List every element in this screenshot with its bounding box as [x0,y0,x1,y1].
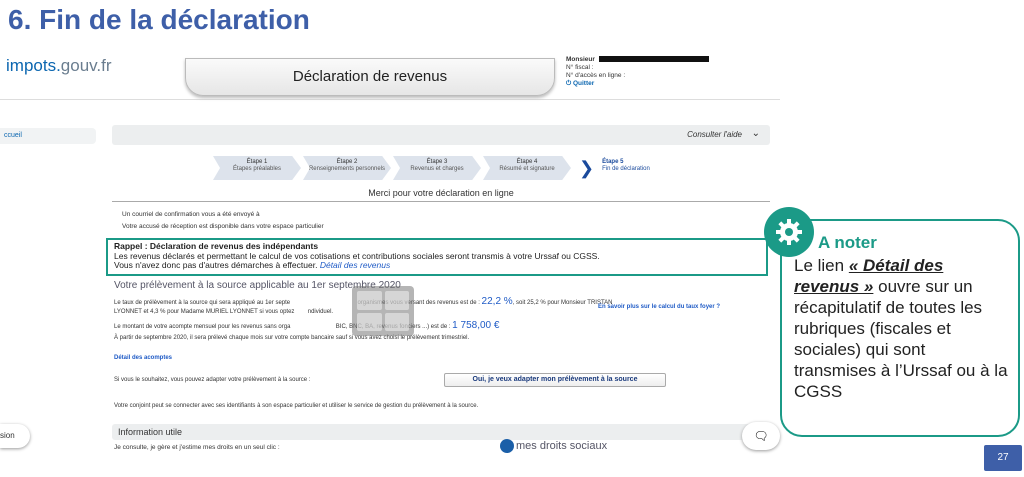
logo-main: impots. [6,56,61,75]
acompte-line: Le montant de votre acompte mensuel pour… [114,320,500,331]
step-3: Étape 3 Revenus et charges [393,156,481,180]
mds-logo-icon [500,439,514,453]
acompte-value: 1 758,00 € [452,320,500,331]
info-line: Je consulte, je gère et j'estime mes dro… [114,444,280,451]
step-sub: Étapes préalables [232,166,282,172]
step-sub: Renseignements personnels [308,166,386,172]
mes-droits-sociaux-logo[interactable]: mes droits sociaux [500,439,607,453]
detail-acomptes-link[interactable]: Détail des acomptes [114,354,172,362]
screenshot: impots.gouv.fr Déclaration de revenus Mo… [0,52,780,477]
step-title: Étape 2 [336,159,358,165]
access-label: N° d'accès en ligne : [566,72,626,79]
help-label: Consulter l'aide [687,130,742,139]
adapt-prelevement-button[interactable]: Oui, je veux adapter mon prélèvement à l… [444,373,666,387]
adapt-prompt: Si vous le souhaitez, vous pouvez adapte… [114,377,311,383]
step-title: Étape 5 [602,159,624,165]
acompte-line-2: À partir de septembre 2020, il sera prél… [114,335,470,341]
confirmation-email-text: Un courriel de confirmation vous a été e… [122,211,260,218]
step-4: Étape 4 Résumé et signature [483,156,571,180]
note-body: Le lien « Détail des revenus » ouvre sur… [794,255,1008,402]
step-sub: Revenus et charges [410,166,464,172]
note-intro: Le lien [794,256,849,275]
media-controls-overlay-icon[interactable] [352,286,414,336]
left-nav-item[interactable]: ccueil [0,128,96,144]
taux-line-2: LYONNET et 4,3 % pour Madame MURIEL LYON… [114,308,333,316]
taux-value: 22,2 % [481,296,513,307]
taux-line2-end: ndividuel. [307,309,334,315]
acompte-text: Le montant de votre acompte mensuel pour… [114,324,291,330]
header-title: Déclaration de revenus [292,68,448,85]
fiscal-label: N° fiscal : [566,64,594,71]
quit-label: Quitter [572,80,595,87]
rappel-box: Rappel : Déclaration de revenus des indé… [106,238,768,276]
step-title: Étape 1 [246,159,268,165]
overlay-cell [357,312,382,331]
step-1: Étape 1 Étapes préalables [213,156,301,180]
note-title: A noter [818,233,877,252]
overlay-cell [384,291,409,310]
user-info: Monsieur N° fiscal : N° d'accès en ligne… [566,56,774,94]
logo-gouv: gouv.fr [60,56,112,75]
slide: 6. Fin de la déclaration impots.gouv.fr … [0,0,1024,477]
rappel-body-2: Vous n'avez donc pas d'autres démarches … [114,260,318,270]
step-title: Étape 4 [516,159,538,165]
step-title: Étape 3 [426,159,448,165]
taux-line2-text: LYONNET et 4,3 % pour Madame MURIEL LYON… [114,309,295,315]
step-2: Étape 2 Renseignements personnels [303,156,391,180]
chevron-down-icon[interactable]: ⌄ [752,128,760,139]
step-sub: Résumé et signature [499,166,555,172]
gear-icon [764,207,814,257]
receipt-text: Votre accusé de réception est disponible… [122,223,324,230]
site-logo[interactable]: impots.gouv.fr [6,56,112,76]
thanks-heading: Merci pour votre déclaration en ligne [112,188,770,202]
steps-progress: Étape 1 Étapes préalables Étape 2 Renseign… [213,156,650,184]
overlay-cell [357,291,382,310]
user-salutation: Monsieur [566,56,595,63]
redacted-name [598,56,709,63]
detail-revenus-link[interactable]: Détail des revenus [320,260,390,270]
chat-icon[interactable]: 🗨 [742,422,780,450]
step-sub: Fin de déclaration [602,166,650,172]
header-tab: Déclaration de revenus [185,58,555,96]
site-header: impots.gouv.fr Déclaration de revenus Mo… [0,52,780,100]
help-bar[interactable]: Consulter l'aide ⌄ [112,125,770,145]
left-pill[interactable]: sion [0,424,30,448]
quit-link[interactable]: ⏻ Quitter [566,80,774,88]
mds-brand: mes droits sociaux [516,439,608,452]
slide-title: 6. Fin de la déclaration [8,4,310,35]
overlay-cell [384,312,409,331]
info-bar: Information utile [112,424,770,440]
taux-text-a: Le taux de prélèvement à la source qui s… [114,300,291,306]
step-5: Étape 5 Fin de déclaration [602,156,650,184]
current-step-arrow-icon: ❯ [579,158,595,178]
page-number: 27 [984,445,1022,471]
note-callout: A noter Le lien « Détail des revenus » o… [780,219,1020,437]
savoir-plus-link[interactable]: En savoir plus sur le calcul du taux foy… [598,304,720,310]
conjoint-text: Votre conjoint peut se connecter avec se… [114,403,479,409]
